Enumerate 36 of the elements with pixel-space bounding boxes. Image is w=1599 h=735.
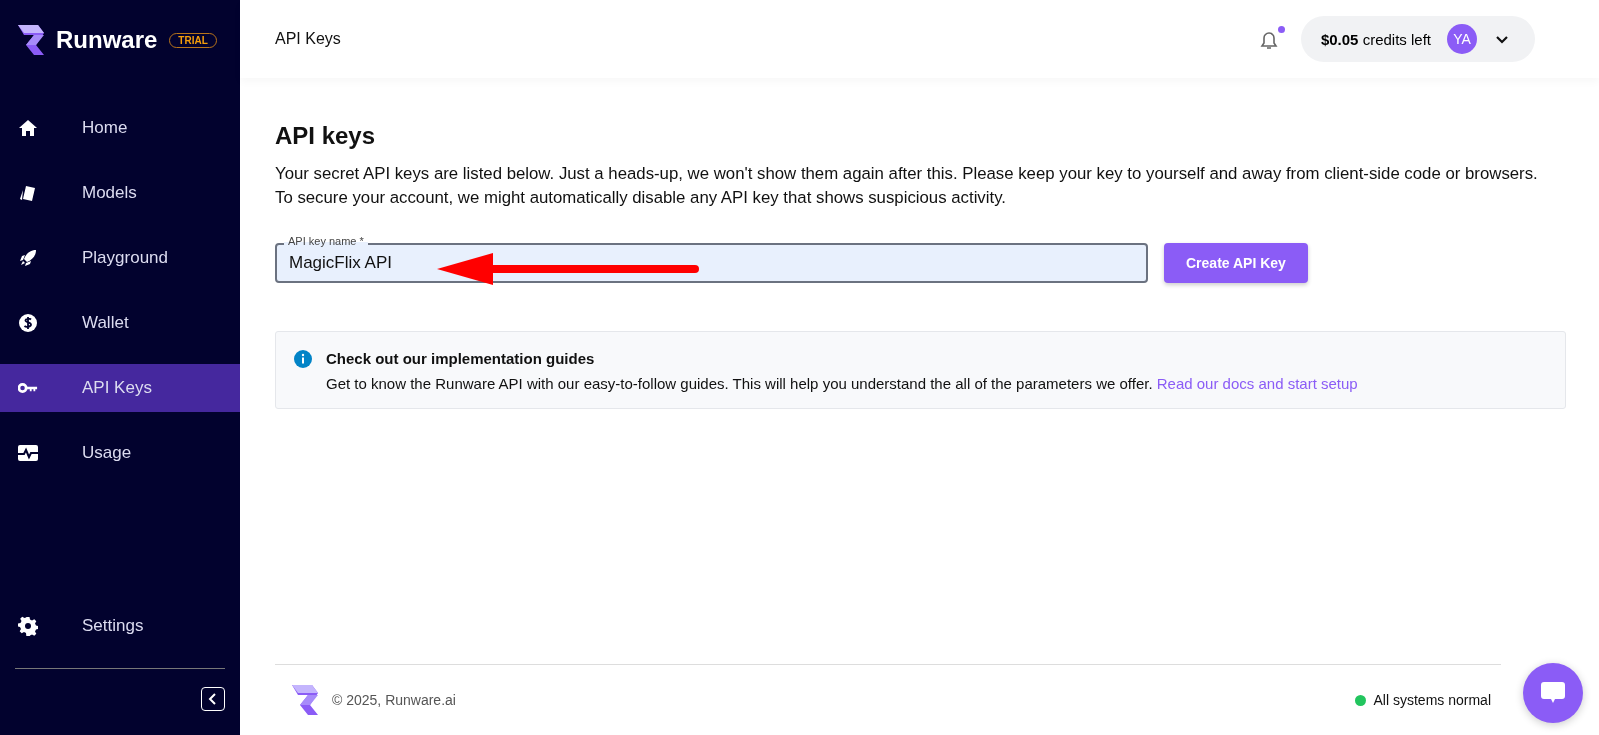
account-menu-button[interactable]: $0.05 credits left YA [1300,16,1535,62]
dollar-icon [18,313,38,333]
brand-name: Runware [56,26,158,54]
sidebar-item[interactable]: Home [0,104,240,152]
status-text: All systems normal [1373,692,1491,708]
description-text: To secure your account, we might automatically disable any API key that shows suspicious activity. [275,188,1007,207]
create-api-key-button[interactable]: Create API Key [1164,243,1308,283]
sidebar-item[interactable]: Usage [0,429,240,477]
field-label: API key name * [284,234,368,248]
chat-button[interactable] [1523,663,1583,723]
rocket-icon [18,248,38,268]
sidebar-item[interactable]: Wallet [0,299,240,347]
pulse-icon [18,444,38,462]
chevron-down-icon [1495,34,1509,44]
sidebar-item[interactable]: API Keys [0,364,240,412]
home-icon [18,118,38,138]
copyright-text: © 2025, Runware.ai [332,692,457,708]
bell-icon [1259,31,1278,51]
credits-text: $0.05 credits left [1320,30,1431,48]
info-title: Check out our implementation guides [326,350,596,367]
info-icon [294,350,312,368]
chevron-left-icon [208,693,218,705]
collapse-sidebar-button[interactable] [201,687,225,711]
page-title: API Keys [275,30,342,48]
sidebar-item[interactable]: Models [0,169,240,217]
sidebar-item[interactable]: Settings [0,602,240,650]
settings-icon [18,616,38,636]
description-text: Your secret API keys are listed below. Just a heads-up, we won't show them again after this. Please keep your key to yourself and away from client-side code or browsers. [275,164,1539,183]
section-heading: API keys [275,122,377,150]
notification-button[interactable] [1259,26,1285,52]
sidebar-item[interactable]: Playground [0,234,240,282]
cards-icon [18,183,38,203]
info-text: Get to know the Runware API with our easy-to-follow guides. This will help you understand the all of the parameters we offer. Read our docs and start setup [326,375,1358,392]
key-icon [18,382,38,394]
avatar: YA [1447,24,1477,54]
docs-link[interactable]: Read our docs and start setup [1156,375,1358,392]
